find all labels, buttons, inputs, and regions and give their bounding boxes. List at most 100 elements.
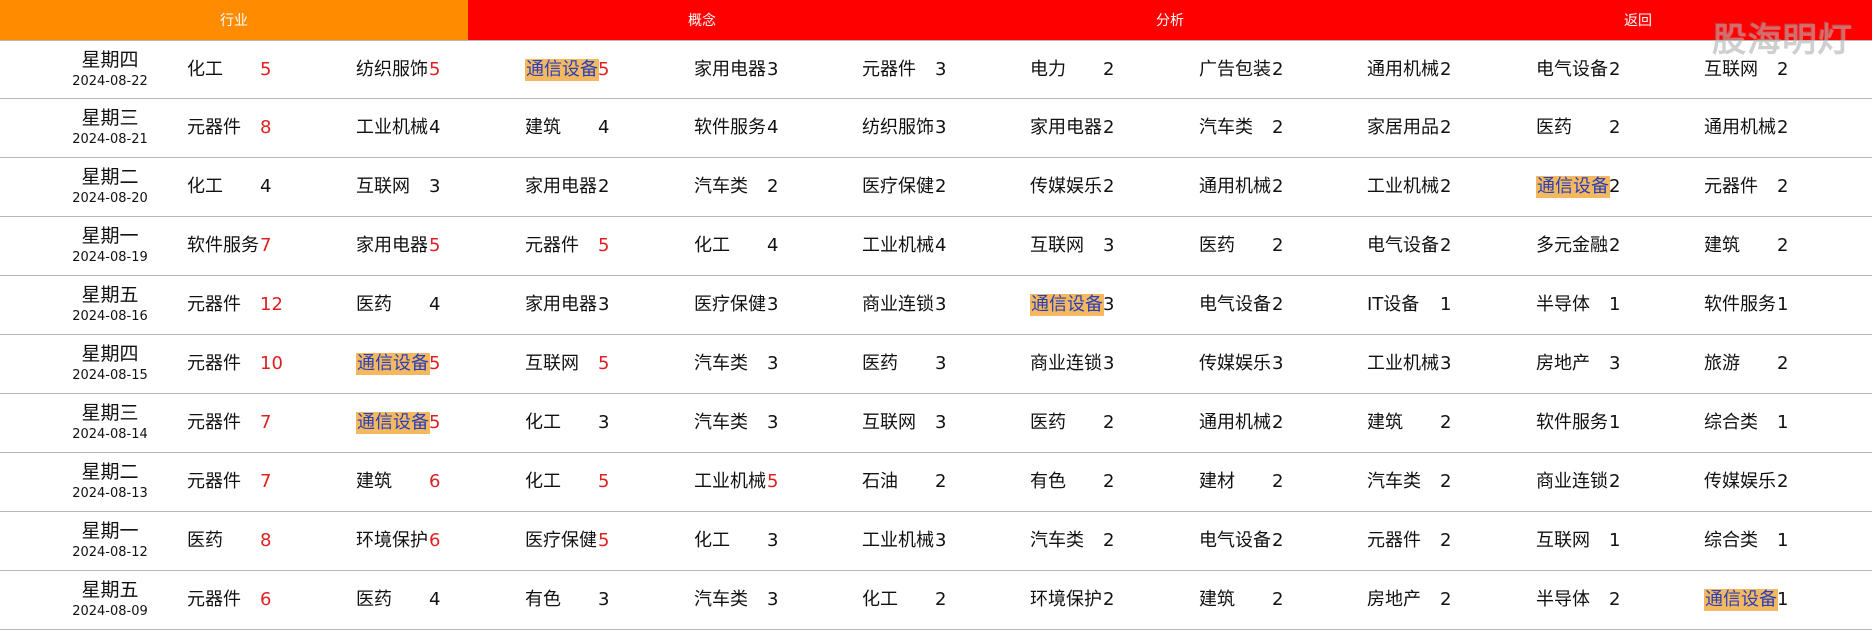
sector-item[interactable]: 工业机械 2	[1367, 176, 1535, 200]
sector-item[interactable]: 医药 2	[1030, 412, 1198, 436]
sector-name[interactable]: 半导体	[1536, 589, 1590, 611]
sector-item[interactable]: 工业机械 4	[862, 235, 1030, 259]
sector-item[interactable]: 互联网 2	[1704, 59, 1872, 83]
sector-item[interactable]: 建材 2	[1199, 471, 1367, 495]
sector-item[interactable]: 工业机械 3	[1367, 353, 1535, 377]
sector-name[interactable]: 家用电器	[525, 176, 597, 198]
sector-name[interactable]: 电气设备	[1367, 235, 1439, 257]
sector-name[interactable]: 电气设备	[1199, 530, 1271, 552]
sector-name[interactable]: 电气设备	[1199, 294, 1271, 316]
sector-item[interactable]: 元器件 3	[862, 59, 1030, 83]
sector-name[interactable]: 软件服务	[1704, 294, 1776, 316]
sector-name[interactable]: 元器件	[862, 59, 916, 81]
sector-item[interactable]: 商业连锁 2	[1536, 471, 1704, 495]
sector-name[interactable]: 工业机械	[862, 235, 934, 257]
sector-name[interactable]: 元器件	[187, 117, 241, 139]
sector-name[interactable]: 汽车类	[694, 353, 748, 375]
sector-item[interactable]: 电气设备 2	[1536, 59, 1704, 83]
sector-name[interactable]: 工业机械	[862, 530, 934, 552]
sector-item[interactable]: 家用电器 2	[525, 176, 693, 200]
sector-item[interactable]: 元器件 7	[187, 412, 355, 436]
sector-item[interactable]: 元器件 7	[187, 471, 355, 495]
sector-item[interactable]: 软件服务 1	[1704, 294, 1872, 318]
sector-item[interactable]: 综合类 1	[1704, 530, 1872, 554]
sector-name[interactable]: 化工	[694, 530, 730, 552]
sector-name[interactable]: 汽车类	[694, 412, 748, 434]
sector-name[interactable]: 通用机械	[1367, 59, 1439, 81]
sector-name[interactable]: IT设备	[1367, 294, 1419, 316]
sector-name[interactable]: 房地产	[1536, 353, 1590, 375]
sector-item[interactable]: 汽车类 2	[1367, 471, 1535, 495]
sector-name[interactable]: 医药	[1199, 235, 1235, 257]
sector-name[interactable]: 互联网	[1704, 59, 1758, 81]
sector-item[interactable]: 房地产 2	[1367, 589, 1535, 613]
sector-name[interactable]: 医药	[356, 294, 392, 316]
sector-name[interactable]: 通信设备	[525, 59, 599, 81]
sector-item[interactable]: 电气设备 2	[1367, 235, 1535, 259]
sector-name[interactable]: 医疗保健	[694, 294, 766, 316]
sector-name[interactable]: 通信设备	[1704, 589, 1778, 611]
sector-item[interactable]: 广告包装 2	[1199, 59, 1367, 83]
sector-item[interactable]: 电力 2	[1030, 59, 1198, 83]
sector-name[interactable]: 医药	[1536, 117, 1572, 139]
sector-item[interactable]: 通信设备 5	[525, 59, 693, 83]
sector-name[interactable]: 电气设备	[1536, 59, 1608, 81]
sector-item[interactable]: 传媒娱乐 2	[1704, 471, 1872, 495]
sector-name[interactable]: 半导体	[1536, 294, 1590, 316]
sector-name[interactable]: 商业连锁	[1030, 353, 1102, 375]
sector-name[interactable]: 互联网	[1030, 235, 1084, 257]
sector-item[interactable]: 有色 3	[525, 589, 693, 613]
sector-name[interactable]: 化工	[694, 235, 730, 257]
tab-concept[interactable]: 概念	[468, 0, 936, 40]
sector-item[interactable]: 家居用品 2	[1367, 117, 1535, 141]
sector-name[interactable]: 工业机械	[694, 471, 766, 493]
sector-name[interactable]: 广告包装	[1199, 59, 1271, 81]
sector-item[interactable]: 汽车类 2	[1199, 117, 1367, 141]
sector-item[interactable]: 互联网 3	[1030, 235, 1198, 259]
sector-name[interactable]: 汽车类	[694, 176, 748, 198]
sector-name[interactable]: 医疗保健	[525, 530, 597, 552]
sector-item[interactable]: 互联网 3	[356, 176, 524, 200]
sector-name[interactable]: 化工	[862, 589, 898, 611]
sector-item[interactable]: 元器件 2	[1367, 530, 1535, 554]
sector-name[interactable]: 元器件	[1704, 176, 1758, 198]
sector-name[interactable]: 汽车类	[694, 589, 748, 611]
sector-name[interactable]: 建材	[1199, 471, 1235, 493]
sector-item[interactable]: 化工 4	[694, 235, 862, 259]
sector-name[interactable]: 建筑	[1199, 589, 1235, 611]
sector-item[interactable]: 家用电器 2	[1030, 117, 1198, 141]
sector-item[interactable]: 汽车类 3	[694, 589, 862, 613]
sector-name[interactable]: 汽车类	[1030, 530, 1084, 552]
sector-item[interactable]: 有色 2	[1030, 471, 1198, 495]
sector-name[interactable]: 软件服务	[694, 117, 766, 139]
sector-item[interactable]: 传媒娱乐 3	[1199, 353, 1367, 377]
sector-item[interactable]: 纺织服饰 3	[862, 117, 1030, 141]
sector-item[interactable]: 环境保护 6	[356, 530, 524, 554]
sector-item[interactable]: 汽车类 3	[694, 353, 862, 377]
sector-name[interactable]: 石油	[862, 471, 898, 493]
sector-item[interactable]: 旅游 2	[1704, 353, 1872, 377]
sector-item[interactable]: 化工 2	[862, 589, 1030, 613]
sector-name[interactable]: 商业连锁	[862, 294, 934, 316]
sector-name[interactable]: 商业连锁	[1536, 471, 1608, 493]
sector-item[interactable]: 多元金融 2	[1536, 235, 1704, 259]
sector-item[interactable]: 通信设备 5	[356, 353, 524, 377]
sector-item[interactable]: 软件服务 7	[187, 235, 355, 259]
sector-name[interactable]: 元器件	[187, 294, 241, 316]
sector-name[interactable]: 建筑	[525, 117, 561, 139]
sector-item[interactable]: 商业连锁 3	[1030, 353, 1198, 377]
sector-item[interactable]: 通用机械 2	[1704, 117, 1872, 141]
sector-name[interactable]: 工业机械	[1367, 176, 1439, 198]
sector-item[interactable]: 元器件 10	[187, 353, 355, 377]
sector-item[interactable]: 化工 5	[187, 59, 355, 83]
sector-item[interactable]: 医药 4	[356, 589, 524, 613]
sector-item[interactable]: IT设备 1	[1367, 294, 1535, 318]
sector-item[interactable]: 化工 4	[187, 176, 355, 200]
sector-item[interactable]: 医疗保健 5	[525, 530, 693, 554]
sector-name[interactable]: 汽车类	[1367, 471, 1421, 493]
sector-name[interactable]: 元器件	[187, 412, 241, 434]
sector-name[interactable]: 建筑	[1704, 235, 1740, 257]
sector-name[interactable]: 家居用品	[1367, 117, 1439, 139]
sector-name[interactable]: 电力	[1030, 59, 1066, 81]
sector-item[interactable]: 建筑 2	[1704, 235, 1872, 259]
